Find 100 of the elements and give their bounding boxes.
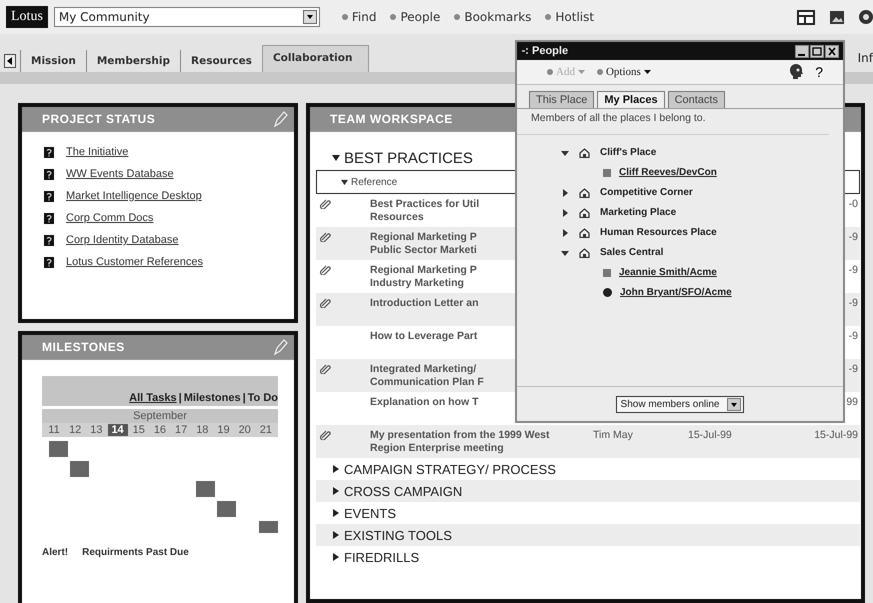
alert-label: Alert!	[42, 547, 68, 558]
window-title: People	[532, 45, 568, 57]
tab[interactable]: Contacts	[668, 91, 725, 108]
caret-icon	[332, 154, 340, 162]
day-cell[interactable]: 12	[65, 424, 86, 436]
date-cell: -9	[848, 363, 858, 375]
section-toggle[interactable]: BEST PRACTICES	[332, 150, 473, 166]
document-icon	[44, 146, 54, 158]
tab-label[interactable]: Inf	[858, 51, 873, 65]
document-icon	[44, 190, 54, 202]
caret-icon	[644, 70, 651, 74]
day-cell[interactable]: 11	[44, 424, 64, 436]
expand-toggle[interactable]	[561, 188, 569, 196]
caret-icon	[332, 487, 340, 495]
community-select[interactable]: My Community	[54, 7, 320, 27]
day-cell[interactable]: 16	[150, 424, 170, 436]
section-toggle[interactable]: CROSS CAMPAIGN	[332, 484, 462, 498]
expand-toggle[interactable]	[561, 228, 569, 236]
day-cell[interactable]: 18	[192, 424, 212, 436]
section-toggle[interactable]: CAMPAIGN STRATEGY/ PROCESS	[332, 462, 556, 476]
view-link[interactable]: To Do	[248, 392, 278, 404]
date-cell: -9	[848, 231, 858, 243]
caret-icon	[332, 553, 340, 561]
dropdown-icon	[727, 398, 742, 410]
month-header: September	[42, 409, 278, 423]
day-cell[interactable]: 13	[86, 424, 106, 436]
place-name[interactable]: Competitive Corner	[600, 187, 693, 198]
tab[interactable]: Collaboration	[262, 45, 370, 72]
date-cell: 15-Jul-99	[814, 429, 858, 441]
nav-link[interactable]: Find	[342, 10, 376, 24]
document-icon	[44, 212, 54, 224]
caret-icon	[332, 509, 340, 517]
author-cell: Tim May	[593, 429, 633, 441]
day-cell[interactable]: 14	[108, 424, 128, 436]
nav-link[interactable]: Bookmarks	[454, 10, 532, 24]
project-link[interactable]: WW Events Database	[66, 168, 174, 180]
maximize-button[interactable]	[810, 44, 824, 58]
dropdown-icon	[302, 10, 317, 24]
section-toggle[interactable]: EVENTS	[332, 506, 396, 520]
expand-toggle[interactable]	[561, 208, 569, 216]
house-icon	[579, 148, 590, 158]
image-icon[interactable]	[829, 10, 845, 24]
place-name[interactable]: Sales Central	[600, 247, 664, 258]
caret-icon	[578, 70, 585, 74]
caret-icon	[332, 465, 340, 473]
description-text: Members of all the places I belong to.	[517, 109, 829, 135]
member-link[interactable]: Jeannie Smith/Acme	[619, 267, 717, 278]
place-name[interactable]: Human Resources Place	[600, 227, 717, 238]
person-head-icon[interactable]	[789, 64, 804, 80]
document-icon	[44, 256, 54, 268]
scroll-left-button[interactable]	[4, 54, 16, 68]
caret-icon	[341, 178, 348, 186]
expand-toggle[interactable]	[561, 248, 569, 256]
project-link[interactable]: Corp Comm Docs	[66, 212, 154, 224]
minimize-button[interactable]	[795, 44, 809, 58]
tab[interactable]: My Places	[597, 91, 665, 108]
project-link[interactable]: Market Intelligence Desktop	[66, 190, 202, 202]
section-toggle[interactable]: EXISTING TOOLS	[332, 528, 452, 542]
project-link[interactable]: Corp Identity Database	[66, 234, 179, 246]
day-cell[interactable]: 20	[234, 424, 255, 436]
pencil-icon[interactable]	[272, 338, 288, 356]
separator: |	[178, 392, 182, 404]
project-link[interactable]: The Initiative	[66, 146, 128, 158]
day-cell[interactable]: 15	[128, 424, 149, 436]
day-cell[interactable]: 19	[214, 424, 234, 436]
tab[interactable]: This Place	[529, 91, 594, 108]
help-button[interactable]: ?	[815, 64, 823, 80]
filter-select[interactable]: Show members online	[616, 396, 744, 412]
pencil-icon[interactable]	[272, 110, 288, 128]
date-cell: -9	[848, 297, 858, 309]
view-link[interactable]: All Tasks	[129, 392, 177, 404]
date-cell: -0	[848, 198, 858, 210]
house-icon	[579, 248, 590, 258]
document-title[interactable]: My presentation from the 1999 West Region Enterprise meeting	[370, 429, 593, 455]
date-cell: -9	[848, 330, 858, 342]
nav-link[interactable]: Hotlist	[545, 10, 594, 24]
document-icon	[44, 168, 54, 180]
date-cell: 99	[846, 396, 858, 408]
project-link[interactable]: Lotus Customer References	[66, 256, 203, 268]
section-toggle[interactable]: FIREDRILLS	[332, 550, 420, 564]
help-icon[interactable]	[859, 10, 873, 24]
view-link[interactable]: Milestones	[184, 392, 241, 404]
alert-text: Requirments Past Due	[82, 547, 189, 558]
toolbar-menu-button[interactable]: Options	[596, 66, 651, 78]
separator: |	[242, 392, 246, 404]
expand-toggle[interactable]	[561, 148, 569, 156]
close-button[interactable]	[825, 44, 839, 58]
grip-icon	[521, 46, 529, 56]
panel-title: MILESTONES	[42, 340, 125, 354]
house-icon	[579, 228, 590, 238]
place-name[interactable]: Marketing Place	[600, 207, 676, 218]
house-icon	[579, 188, 590, 198]
nav-link[interactable]: People	[390, 10, 440, 24]
day-cell[interactable]: 21	[256, 424, 276, 436]
place-name[interactable]: Cliff's Place	[600, 147, 656, 158]
day-cell[interactable]: 17	[171, 424, 192, 436]
window-icon[interactable]	[797, 10, 815, 24]
member-link[interactable]: John Bryant/SFO/Acme	[620, 287, 732, 298]
caret-icon	[332, 531, 340, 539]
member-link[interactable]: Cliff Reeves/DevCon	[619, 167, 717, 178]
